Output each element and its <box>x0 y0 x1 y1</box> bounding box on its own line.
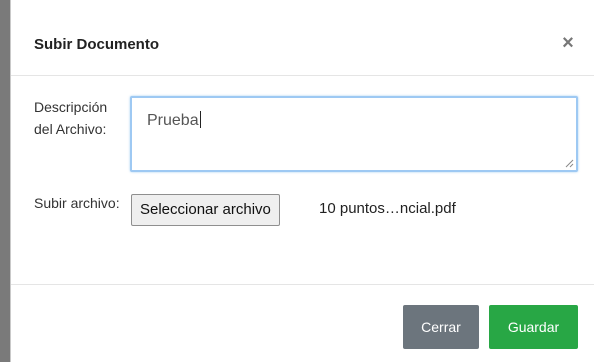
close-button[interactable]: Cerrar <box>403 305 479 349</box>
modal-header: Subir Documento × <box>11 0 594 76</box>
description-value: Prueba <box>147 112 199 129</box>
description-textarea[interactable]: Prueba <box>130 96 578 172</box>
upload-document-modal: Subir Documento × Descripción del Archiv… <box>10 0 594 362</box>
save-button[interactable]: Guardar <box>489 305 578 349</box>
modal-footer: Cerrar Guardar <box>11 284 594 362</box>
file-label: Subir archivo: <box>34 195 120 211</box>
choose-file-button[interactable]: Seleccionar archivo <box>131 194 280 226</box>
modal-title: Subir Documento <box>34 36 160 53</box>
description-label: Descripción del Archivo: <box>34 99 108 137</box>
modal-body: Descripción del Archivo: Prueba Subir ar… <box>11 76 594 284</box>
selected-file-name: 10 puntos…ncial.pdf <box>319 200 456 217</box>
text-caret <box>199 111 201 128</box>
resize-grip-icon[interactable] <box>565 159 574 168</box>
close-icon[interactable]: × <box>560 33 576 53</box>
